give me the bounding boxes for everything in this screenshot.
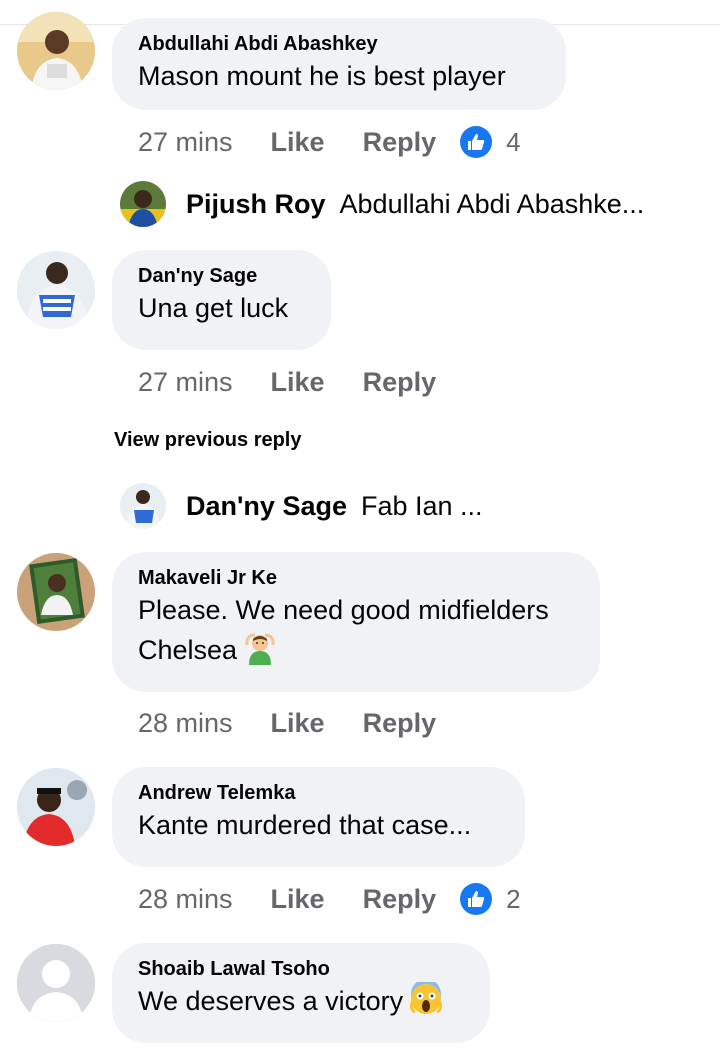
comment-bubble: Shoaib Lawal Tsoho We deserves a victory	[112, 943, 490, 1043]
view-previous-reply-link[interactable]: View previous reply	[114, 429, 302, 452]
comment-text: We deserves a victory	[138, 986, 404, 1016]
comment-author[interactable]: Andrew Telemka	[138, 781, 499, 805]
comment-bubble: Makaveli Jr Ke Please. We need good midf…	[112, 552, 600, 692]
like-button[interactable]: Like	[271, 367, 325, 398]
comment-text: Kante murdered that case...	[138, 810, 472, 840]
reply-button[interactable]: Reply	[363, 884, 437, 915]
face-screaming-icon	[409, 979, 443, 1016]
comment-text: Una get luck	[138, 293, 289, 323]
default-avatar-icon[interactable]	[17, 944, 95, 1022]
comment-bubble: Abdullahi Abdi Abashkey Mason mount he i…	[112, 18, 566, 110]
like-button[interactable]: Like	[271, 884, 325, 915]
avatar[interactable]	[17, 768, 95, 846]
comment-text: Mason mount he is best player	[138, 61, 506, 91]
reply-author[interactable]: Pijush Roy	[186, 189, 326, 220]
comment-text-line: We deserves a victory	[138, 979, 464, 1021]
reply-author[interactable]: Dan'ny Sage	[186, 491, 347, 522]
comment-author[interactable]: Abdullahi Abdi Abashkey	[138, 32, 540, 56]
comment-time[interactable]: 27 mins	[138, 127, 233, 158]
reaction-count: 4	[506, 126, 521, 157]
reply-button[interactable]: Reply	[363, 127, 437, 158]
like-button[interactable]: Like	[271, 127, 325, 158]
comment-bubble: Andrew Telemka Kante murdered that case.…	[112, 767, 525, 867]
comment-actions: 27 mins Like Reply	[138, 364, 460, 400]
avatar[interactable]	[17, 12, 95, 90]
person-gesturing-ok-icon	[243, 631, 277, 665]
reply-button[interactable]: Reply	[363, 708, 437, 739]
thumbs-up-icon	[460, 126, 493, 158]
reaction-count: 2	[506, 883, 521, 914]
comment-time[interactable]: 28 mins	[138, 884, 233, 915]
like-button[interactable]: Like	[271, 708, 325, 739]
reply-text: Abdullahi Abdi Abashke...	[339, 188, 645, 219]
comment-actions: 27 mins Like Reply 4	[138, 124, 521, 160]
reply-preview[interactable]: Pijush Roy Abdullahi Abdi Abashke...	[120, 180, 644, 228]
comment-author[interactable]: Makaveli Jr Ke	[138, 566, 574, 590]
comment-text-line: Please. We need good midfielders	[138, 595, 549, 625]
comment-text: Chelsea	[138, 635, 238, 665]
comment-actions: 28 mins Like Reply	[138, 705, 460, 741]
reaction-summary[interactable]: 2	[460, 883, 521, 915]
comment-actions: 28 mins Like Reply 2	[138, 881, 521, 917]
comment-bubble: Dan'ny Sage Una get luck	[112, 250, 331, 350]
reply-preview[interactable]: Dan'ny Sage Fab Ian ...	[120, 482, 483, 530]
reaction-summary[interactable]: 4	[460, 126, 521, 158]
comment-text-line: Chelsea	[138, 630, 574, 670]
avatar	[120, 483, 166, 529]
avatar[interactable]	[17, 251, 95, 329]
comment-time[interactable]: 28 mins	[138, 708, 233, 739]
avatar	[120, 181, 166, 227]
avatar[interactable]	[17, 553, 95, 631]
comment-author[interactable]: Shoaib Lawal Tsoho	[138, 957, 464, 981]
reply-text: Fab Ian ...	[360, 490, 483, 521]
comment-author[interactable]: Dan'ny Sage	[138, 264, 305, 288]
comment-time[interactable]: 27 mins	[138, 367, 233, 398]
thumbs-up-icon	[460, 883, 493, 915]
reply-button[interactable]: Reply	[363, 367, 437, 398]
